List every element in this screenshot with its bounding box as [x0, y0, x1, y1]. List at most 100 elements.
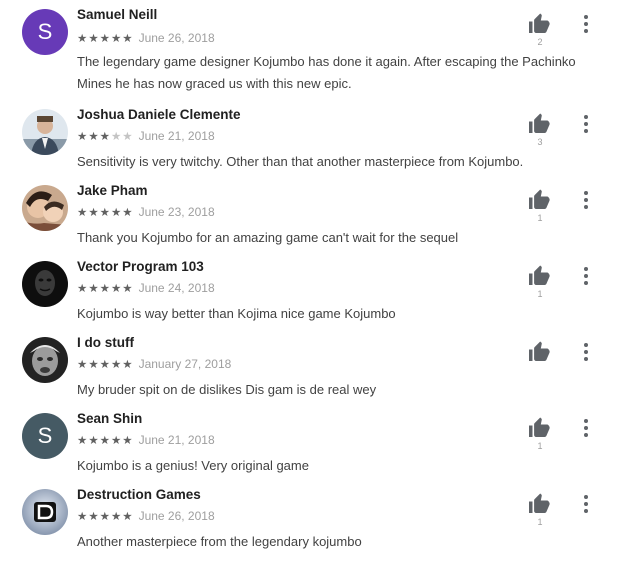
- review-date: June 21, 2018: [138, 433, 215, 447]
- star-filled-icon: ★: [77, 33, 89, 45]
- menu-dot: [584, 502, 588, 506]
- star-rating: ★★★★★: [77, 31, 134, 45]
- rating-line: ★★★★★ June 21, 2018: [77, 129, 215, 143]
- avatar-initial: S: [37, 423, 53, 448]
- star-filled-icon: ★: [99, 207, 111, 219]
- author-avatar: S: [22, 9, 68, 55]
- star-filled-icon: ★: [99, 511, 111, 523]
- rating-line: ★★★★★ June 26, 2018: [77, 31, 215, 45]
- star-filled-icon: ★: [88, 435, 100, 447]
- star-filled-icon: ★: [99, 359, 111, 371]
- review-item: S Samuel Neill ★★★★★ June 26, 2018 The legen…: [0, 0, 620, 91]
- star-rating: ★★★★★: [77, 509, 134, 523]
- menu-dot: [584, 433, 588, 437]
- menu-dot: [584, 115, 588, 119]
- star-filled-icon: ★: [122, 435, 134, 447]
- star-filled-icon: ★: [88, 511, 100, 523]
- rating-line: ★★★★★ June 26, 2018: [77, 509, 215, 523]
- star-rating: ★★★★★: [77, 433, 134, 447]
- menu-dot: [584, 267, 588, 271]
- menu-dot: [584, 281, 588, 285]
- menu-dot: [584, 205, 588, 209]
- star-filled-icon: ★: [110, 359, 123, 371]
- menu-dot: [584, 509, 588, 513]
- review-text: Sensitivity is very twitchy. Other than …: [77, 154, 524, 169]
- face-photo-icon: [22, 337, 68, 383]
- star-filled-icon: ★: [122, 511, 134, 523]
- menu-dot: [584, 122, 588, 126]
- like-count: 1: [537, 441, 543, 451]
- thumbs-up-icon[interactable]: [527, 264, 553, 290]
- rating-line: ★★★★★ January 27, 2018: [77, 357, 231, 371]
- author-name: Destruction Games: [77, 487, 201, 502]
- thumbs-up-icon[interactable]: [527, 492, 553, 518]
- like-count: 2: [537, 37, 543, 47]
- menu-dot: [584, 198, 588, 202]
- review-text: Another masterpiece from the legendary k…: [77, 534, 362, 549]
- star-filled-icon: ★: [99, 283, 111, 295]
- thumbs-up-icon[interactable]: [527, 188, 553, 214]
- person-photo-icon: [22, 109, 68, 155]
- review-text: My bruder spit on de dislikes Dis gam is…: [77, 382, 377, 397]
- logo-photo-icon: [22, 489, 68, 535]
- star-filled-icon: ★: [88, 283, 100, 295]
- more-options-icon[interactable]: [576, 492, 596, 516]
- like-count: 3: [537, 137, 543, 147]
- review-date: June 21, 2018: [138, 129, 215, 143]
- review-item: S Sean Shin ★★★★★ June 21, 2018 Kojumbo is a…: [0, 408, 620, 484]
- menu-dot: [584, 419, 588, 423]
- menu-dot: [584, 426, 588, 430]
- author-name: Jake Pham: [77, 183, 148, 198]
- rating-line: ★★★★★ June 24, 2018: [77, 281, 215, 295]
- reviews-list: S Samuel Neill ★★★★★ June 26, 2018 The legen…: [0, 0, 620, 561]
- menu-dot: [584, 29, 588, 33]
- star-filled-icon: ★: [110, 283, 123, 295]
- review-item: I do stuff ★★★★★ January 27, 2018 My bruder…: [0, 332, 620, 408]
- author-name: Vector Program 103: [77, 259, 204, 274]
- thumbs-up-icon[interactable]: [527, 112, 553, 138]
- star-filled-icon: ★: [110, 435, 123, 447]
- author-name: Samuel Neill: [77, 7, 158, 22]
- author-name: Joshua Daniele Clemente: [77, 107, 241, 122]
- review-text: Thank you Kojumbo for an amazing game ca…: [77, 230, 459, 245]
- thumbs-up-icon[interactable]: [527, 340, 553, 366]
- star-filled-icon: ★: [122, 207, 134, 219]
- more-options-icon[interactable]: [576, 12, 596, 36]
- menu-dot: [584, 343, 588, 347]
- more-options-icon[interactable]: [576, 416, 596, 440]
- star-filled-icon: ★: [88, 33, 100, 45]
- menu-dot: [584, 15, 588, 19]
- more-options-icon[interactable]: [576, 112, 596, 136]
- review-text: Kojumbo is way better than Kojima nice g…: [77, 306, 396, 321]
- review-item: Vector Program 103 ★★★★★ June 24, 2018 Koju…: [0, 256, 620, 332]
- star-filled-icon: ★: [110, 207, 123, 219]
- star-empty-icon: ★: [122, 131, 134, 143]
- star-rating: ★★★★★: [77, 205, 134, 219]
- star-filled-icon: ★: [110, 33, 123, 45]
- author-name: I do stuff: [77, 335, 134, 350]
- more-options-icon[interactable]: [576, 264, 596, 288]
- author-name: Sean Shin: [77, 411, 143, 426]
- like-count: 1: [537, 517, 543, 527]
- star-filled-icon: ★: [77, 131, 89, 143]
- star-filled-icon: ★: [122, 359, 134, 371]
- like-count: 1: [537, 213, 543, 223]
- review-date: June 23, 2018: [138, 205, 215, 219]
- review-date: June 26, 2018: [138, 31, 215, 45]
- menu-dot: [584, 274, 588, 278]
- menu-dot: [584, 357, 588, 361]
- author-avatar: S: [22, 413, 68, 459]
- more-options-icon[interactable]: [576, 340, 596, 364]
- selfie-photo-icon: [22, 185, 68, 231]
- review-date: January 27, 2018: [138, 357, 232, 371]
- star-filled-icon: ★: [99, 33, 111, 45]
- menu-dot: [584, 22, 588, 26]
- rating-line: ★★★★★ June 21, 2018: [77, 433, 215, 447]
- star-filled-icon: ★: [77, 283, 89, 295]
- menu-dot: [584, 350, 588, 354]
- thumbs-up-icon[interactable]: [527, 416, 553, 442]
- more-options-icon[interactable]: [576, 188, 596, 212]
- thumbs-up-icon[interactable]: [527, 12, 553, 38]
- star-rating: ★★★★★: [77, 281, 134, 295]
- review-text: Kojumbo is a genius! Very original game: [77, 458, 309, 473]
